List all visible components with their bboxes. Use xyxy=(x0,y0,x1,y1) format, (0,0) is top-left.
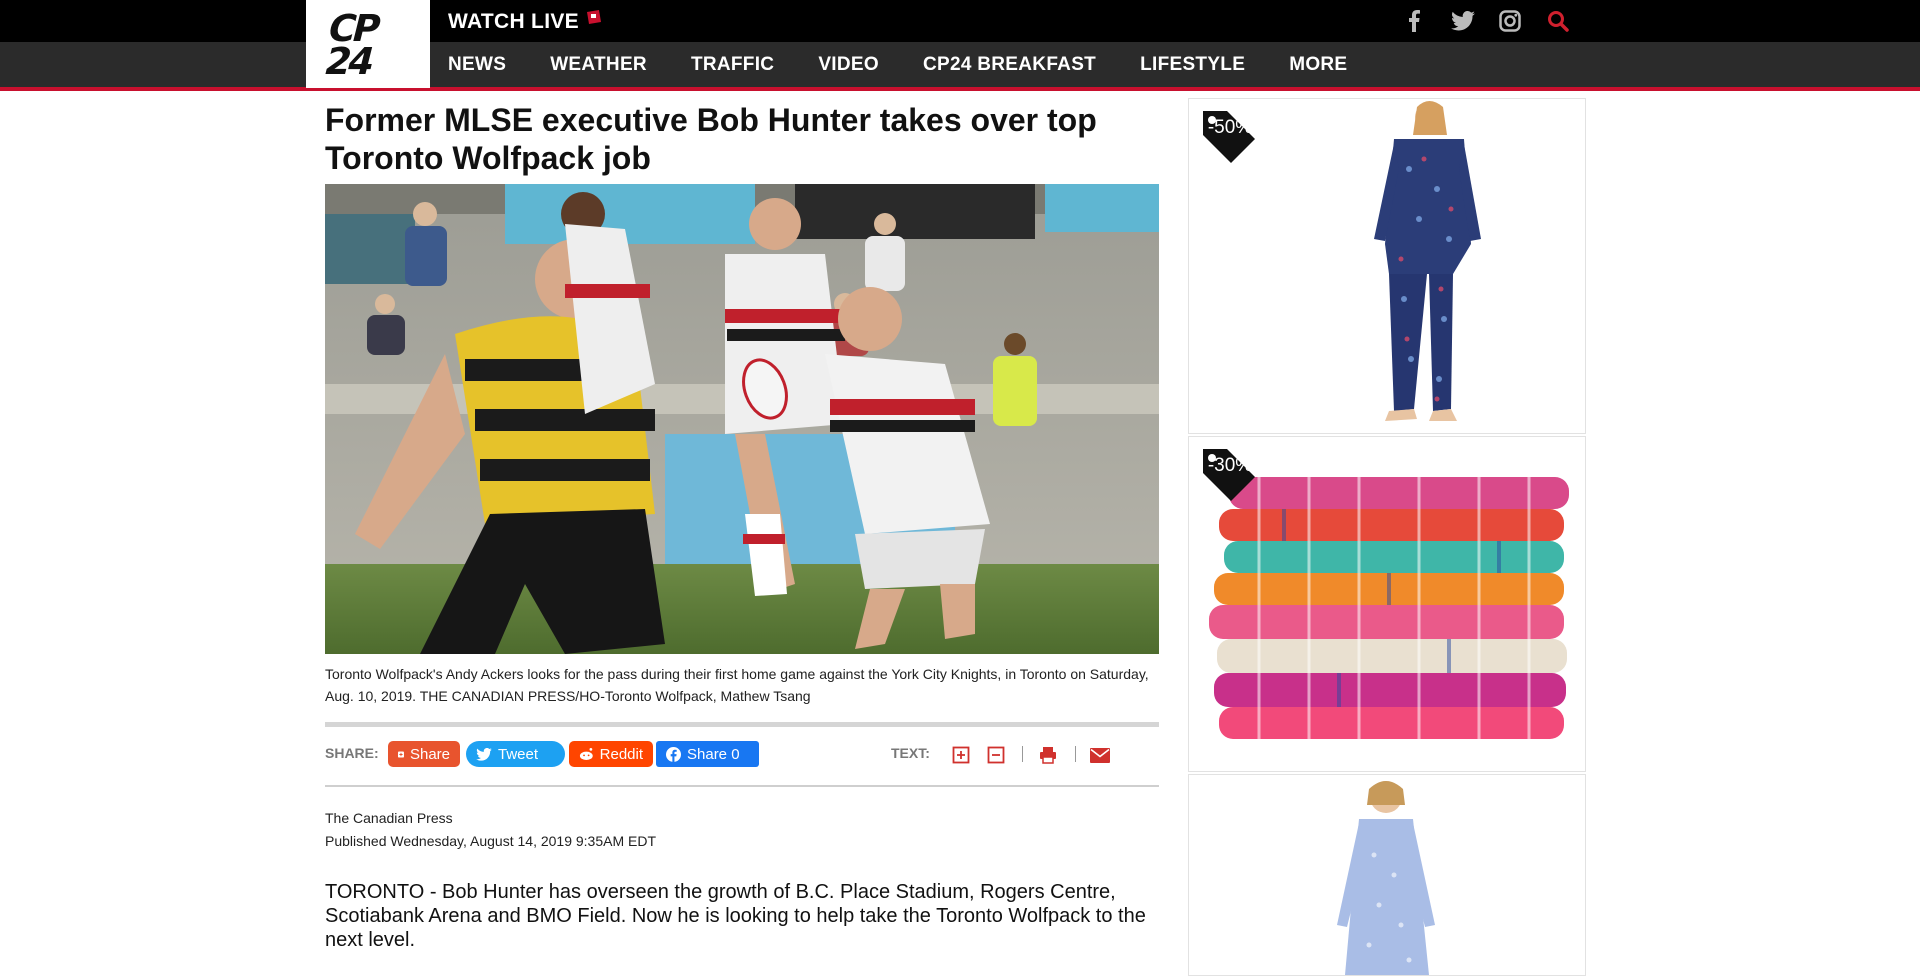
share-toolbar: SHARE: Share Tweet Reddit Share 0 TEXT: xyxy=(325,740,1159,770)
share-bottom-divider xyxy=(325,785,1159,787)
watch-live-label: WATCH LIVE xyxy=(448,10,579,33)
nav-item-weather[interactable]: WEATHER xyxy=(550,54,647,76)
live-tv-icon xyxy=(586,10,601,24)
increase-text-icon[interactable] xyxy=(951,745,971,765)
cp24-logo[interactable]: CP 24 xyxy=(306,0,430,88)
discount-tag: -30% xyxy=(1197,443,1259,510)
search-icon[interactable] xyxy=(1546,8,1570,34)
plus-icon xyxy=(398,751,404,757)
discount-label: -30% xyxy=(1207,455,1253,476)
share-top-divider xyxy=(325,722,1159,727)
nav-item-lifestyle[interactable]: LIFESTYLE xyxy=(1140,54,1245,76)
reddit-button[interactable]: Reddit xyxy=(569,741,653,767)
facebook-icon[interactable] xyxy=(1404,8,1424,34)
svg-text:24: 24 xyxy=(320,40,378,80)
print-icon[interactable] xyxy=(1038,745,1058,765)
photo-caption: Toronto Wolfpack's Andy Ackers looks for… xyxy=(325,666,1149,704)
article-headline: Former MLSE executive Bob Hunter takes o… xyxy=(325,102,1097,176)
email-icon[interactable] xyxy=(1090,745,1110,765)
facebook-share-button[interactable]: Share 0 xyxy=(656,741,759,767)
article-published-date: Published Wednesday, August 14, 2019 9:3… xyxy=(325,833,657,849)
nav-item-more[interactable]: MORE xyxy=(1289,54,1347,76)
cp24-logo-mark: CP 24 xyxy=(320,8,384,80)
tweet-button-label: Tweet xyxy=(498,745,539,763)
discount-label: -50% xyxy=(1207,117,1253,138)
ad-nightgown[interactable] xyxy=(1188,774,1586,976)
nav-item-cp24-breakfast[interactable]: CP24 BREAKFAST xyxy=(923,54,1096,76)
facebook-icon xyxy=(666,746,681,762)
twitter-bird-icon xyxy=(476,747,492,761)
nav-item-news[interactable]: NEWS xyxy=(448,54,506,76)
instagram-icon[interactable] xyxy=(1498,8,1522,34)
ad-pajama-set[interactable]: -50% xyxy=(1188,98,1586,434)
facebook-share-label: Share 0 xyxy=(687,745,740,763)
watch-live-link[interactable]: WATCH LIVE xyxy=(448,10,601,34)
discount-tag: -50% xyxy=(1197,105,1259,172)
article-photo xyxy=(325,184,1159,654)
nav-item-traffic[interactable]: TRAFFIC xyxy=(691,54,774,76)
reddit-button-label: Reddit xyxy=(599,745,643,763)
article-body-paragraph: TORONTO - Bob Hunter has overseen the gr… xyxy=(325,881,1146,951)
main-nav: NEWS WEATHER TRAFFIC VIDEO CP24 BREAKFAS… xyxy=(448,42,1391,88)
rugby-match-photo xyxy=(325,184,1159,654)
share-button-label: Share xyxy=(409,745,450,763)
nav-item-video[interactable]: VIDEO xyxy=(818,54,879,76)
nightgown-product-image xyxy=(1337,781,1435,975)
share-label: SHARE: xyxy=(325,745,379,761)
ad-woven-blankets[interactable]: -30% xyxy=(1188,436,1586,772)
tweet-button[interactable]: Tweet xyxy=(466,741,565,767)
toolbar-separator xyxy=(1022,746,1023,762)
twitter-icon[interactable] xyxy=(1450,8,1476,34)
share-button[interactable]: Share xyxy=(388,741,460,767)
article-source: The Canadian Press xyxy=(325,810,453,826)
reddit-icon xyxy=(579,748,593,761)
decrease-text-icon[interactable] xyxy=(986,745,1006,765)
text-size-label: TEXT: xyxy=(891,745,930,761)
top-bar xyxy=(0,0,1920,42)
toolbar-separator xyxy=(1075,746,1076,762)
